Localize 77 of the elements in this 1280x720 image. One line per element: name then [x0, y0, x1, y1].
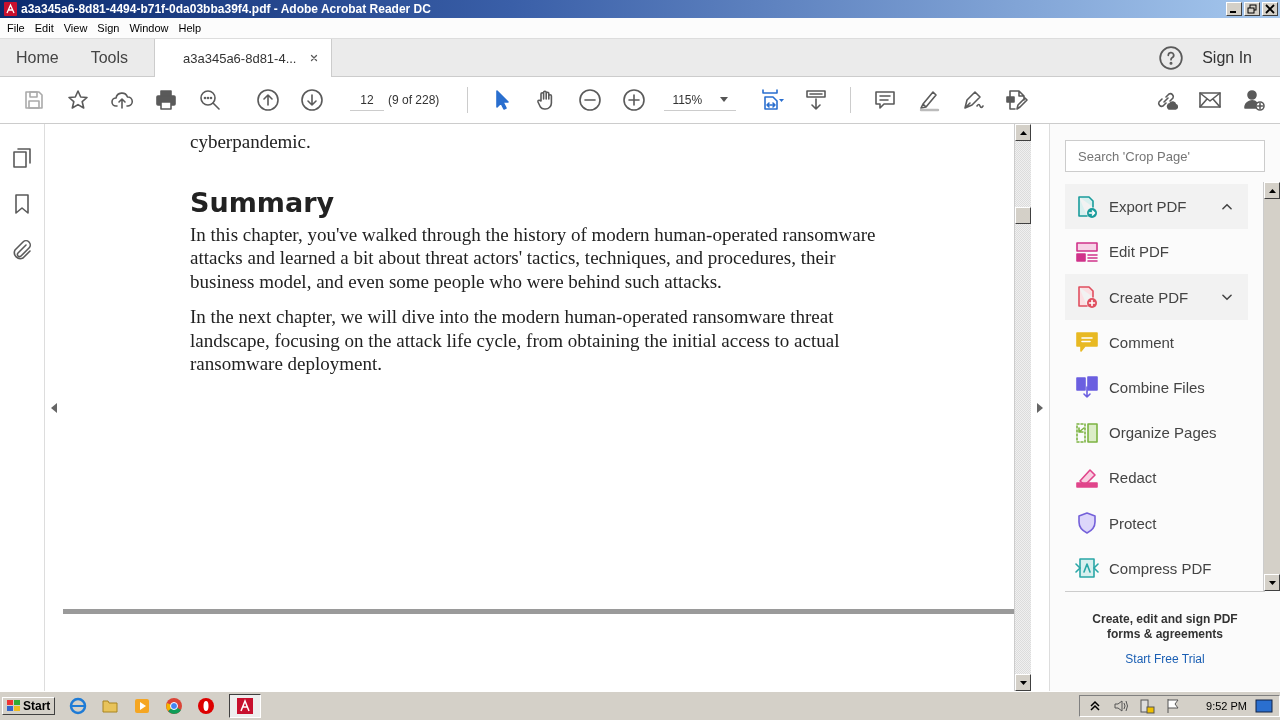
comment-icon[interactable]: [873, 88, 898, 112]
scroll-down-icon[interactable]: [1268, 580, 1276, 585]
pages-icon[interactable]: [10, 146, 34, 170]
minimize-icon[interactable]: [1226, 2, 1242, 16]
nav-tab[interactable]: Home: [0, 39, 75, 76]
star-icon[interactable]: [66, 88, 90, 112]
next-page-icon[interactable]: [300, 88, 324, 112]
compress-pdf-icon: [1075, 556, 1099, 581]
menu-item[interactable]: Help: [173, 22, 207, 34]
menu-item[interactable]: Window: [124, 22, 174, 34]
clock: 9:52 PM: [1206, 700, 1247, 712]
tool-item[interactable]: Organize Pages: [1065, 410, 1248, 456]
caret-icon[interactable]: [720, 97, 729, 102]
menu-item[interactable]: Sign: [92, 22, 125, 34]
add-user-icon[interactable]: [1242, 88, 1266, 112]
section-heading: Summary: [190, 186, 335, 219]
tool-item[interactable]: Combine Files: [1065, 364, 1248, 411]
scroll-down-icon[interactable]: [1019, 680, 1027, 685]
start-logo-icon: [7, 700, 21, 712]
scrollbar[interactable]: [1014, 124, 1031, 691]
start-button[interactable]: Start: [2, 697, 56, 715]
create-pdf-icon: [1075, 285, 1099, 310]
menu-item[interactable]: File: [2, 22, 30, 34]
scroll-mode-icon[interactable]: [804, 88, 829, 112]
scrollbar[interactable]: [1263, 182, 1280, 591]
tool-item[interactable]: Export PDF: [1065, 184, 1248, 230]
tool-item[interactable]: Edit PDF: [1065, 229, 1248, 275]
sign-in-link[interactable]: Sign In: [1202, 48, 1252, 67]
tool-item[interactable]: Protect: [1065, 500, 1248, 546]
zoom-out-icon[interactable]: [578, 88, 603, 112]
comment-icon: [1075, 330, 1099, 355]
menu-item[interactable]: View: [58, 22, 93, 34]
scroll-up-icon[interactable]: [1019, 130, 1027, 135]
paragraph: cyberpandemic.: [190, 130, 312, 154]
page-count: (9 of 228): [388, 93, 440, 107]
help-icon[interactable]: [1158, 44, 1185, 71]
network-icon[interactable]: [1138, 697, 1157, 715]
menu-item[interactable]: Edit: [29, 22, 59, 34]
nav-tab[interactable]: Tools: [74, 39, 145, 76]
document-tab[interactable]: a3a345a6-8d81-4...: [155, 39, 332, 77]
speaker-icon[interactable]: [1112, 697, 1131, 715]
export-pdf-icon: [1075, 194, 1099, 219]
search-field[interactable]: Search 'Crop Page': [1065, 140, 1265, 172]
edit-document-icon[interactable]: [1005, 88, 1030, 112]
zoom-search-icon[interactable]: [198, 88, 222, 112]
scroll-up-icon[interactable]: [1268, 188, 1276, 193]
page-number-field[interactable]: 12: [350, 89, 384, 111]
organize-pages-icon: [1075, 420, 1099, 445]
expand-right-icon[interactable]: [1037, 402, 1043, 413]
paragraph: In the next chapter, we will dive into the modern human-operated ransomware threat landscape, focusing on the attack life cycle, from obtaining the initial access to actual ransomware deployment.: [190, 305, 841, 376]
window-title: a3a345a6-8d81-4494-b71f-0da03bba39f4.pdf - Adobe Acrobat Reader DC: [21, 2, 432, 16]
zoom-dropdown[interactable]: 115%: [664, 89, 737, 111]
acrobat-icon[interactable]: [236, 697, 255, 715]
opera-icon[interactable]: [197, 697, 216, 715]
tool-item[interactable]: Comment: [1065, 319, 1248, 365]
trial-link[interactable]: Start Free Trial: [1125, 652, 1205, 666]
edit-pdf-icon: [1075, 239, 1099, 264]
chrome-icon[interactable]: [165, 697, 184, 715]
pen-icon[interactable]: [961, 88, 986, 112]
browser-icon[interactable]: [69, 697, 88, 715]
close-icon[interactable]: [1262, 2, 1278, 16]
shield-icon: [1075, 511, 1099, 536]
tool-item[interactable]: Compress PDF: [1065, 545, 1248, 591]
collapse-left-icon[interactable]: [51, 402, 57, 413]
promo-text: Create, edit and sign PDF forms & agreements: [1091, 612, 1239, 642]
highlighter-icon[interactable]: [917, 88, 942, 112]
previous-page-icon[interactable]: [256, 88, 280, 112]
print-icon[interactable]: [154, 88, 178, 112]
scroll-thumb[interactable]: [1015, 207, 1031, 224]
tool-item[interactable]: Redact: [1065, 455, 1248, 501]
combine-files-icon: [1075, 375, 1099, 400]
tool-item[interactable]: Create PDF: [1065, 274, 1248, 320]
app-icon: [4, 2, 17, 16]
desktop-icon[interactable]: [1255, 697, 1273, 715]
restore-icon[interactable]: [1244, 2, 1260, 16]
zoom-in-icon[interactable]: [622, 88, 647, 112]
paragraph: In this chapter, you've walked through the history of modern human-operated ransomware attacks and learned a bit about threat actors' tactics, techniques, and procedures, their business model, and even some people who were behind such attacks.: [190, 222, 877, 293]
